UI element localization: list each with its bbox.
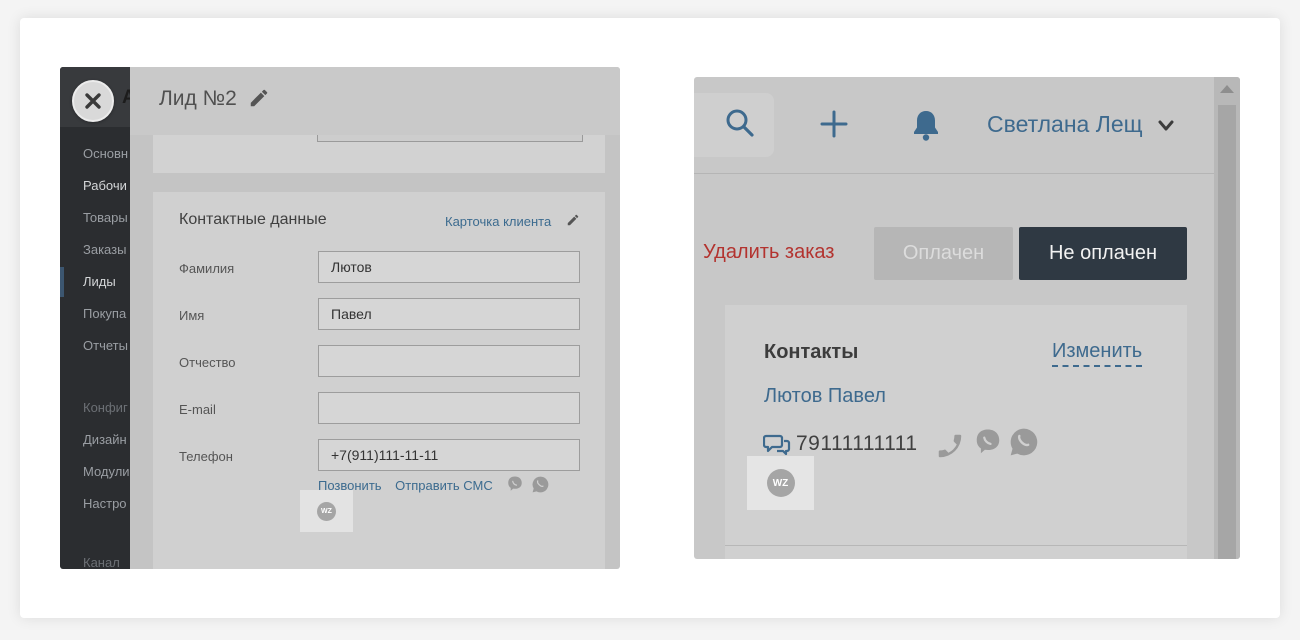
unpaid-button[interactable]: Не оплачен [1019,227,1187,280]
sidebar-item-design[interactable]: Дизайн [83,432,127,447]
previous-section [153,135,605,173]
viber-icon[interactable] [973,427,1003,457]
client-phone: 79111111111 [796,432,918,455]
lead-header: Лид №2 [130,67,620,135]
search-button[interactable] [694,93,774,157]
close-x-icon [85,93,101,109]
plus-icon[interactable] [820,110,848,138]
middle-name-input[interactable] [318,345,580,377]
admin-sidebar: А Основн Рабочи Товары Заказы Лиды Покуп… [60,67,136,569]
vertical-scrollbar[interactable] [1214,77,1240,559]
user-name[interactable]: Светлана Лещ [987,111,1143,138]
phone-input[interactable] [318,439,580,471]
wz-widget-badge[interactable]: WZ [300,490,353,532]
contacts-card: Контакты Изменить Лютов Павел 7911111111… [725,305,1187,559]
card-divider [725,545,1187,546]
sidebar-active-indicator [60,267,64,297]
sidebar-item-orders[interactable]: Заказы [83,242,126,257]
section-title: Контактные данные [179,211,327,228]
paid-button[interactable]: Оплачен [874,227,1013,280]
last-name-input[interactable] [318,251,580,283]
client-card-link[interactable]: Карточка клиента [445,214,551,229]
bell-icon[interactable] [910,108,942,142]
sidebar-item-products[interactable]: Товары [83,210,128,225]
sidebar-item-settings[interactable]: Настро [83,496,127,511]
send-sms-link[interactable]: Отправить СМС [395,478,493,493]
change-contact-link[interactable]: Изменить [1052,340,1143,367]
sidebar-item-leads[interactable]: Лиды [83,274,116,289]
search-icon [726,109,754,137]
wz-logo: WZ [766,469,795,497]
middle-name-label: Отчество [179,355,236,370]
whatsapp-icon[interactable] [1008,426,1040,458]
sidebar-section-channels: Канал [83,555,120,569]
phone-label: Телефон [179,449,233,464]
contacts-title: Контакты [764,341,859,363]
sidebar-item-modules[interactable]: Модули [83,464,130,479]
wz-widget-badge[interactable]: WZ [747,456,814,510]
email-input[interactable] [318,392,580,424]
scroll-thumb[interactable] [1218,105,1236,559]
first-name-label: Имя [179,308,205,323]
chat-icon[interactable] [763,432,791,456]
sidebar-item-workspace[interactable]: Рабочи [83,178,127,193]
lead-editor-panel: А Основн Рабочи Товары Заказы Лиды Покуп… [60,67,620,569]
topbar-divider [694,173,1214,174]
phone-icon[interactable] [935,431,965,461]
sidebar-item-customers[interactable]: Покупа [83,306,126,321]
contact-details-section: Контактные данные Карточка клиента Фамил… [153,192,605,569]
viber-icon[interactable] [506,475,524,493]
sidebar-item-reports[interactable]: Отчеты [83,338,128,353]
comment-textarea[interactable] [317,135,583,142]
whatsapp-icon[interactable] [531,475,550,494]
first-name-input[interactable] [318,298,580,330]
pencil-icon[interactable] [566,213,580,227]
lead-title: Лид №2 [159,87,237,110]
order-view-panel: Светлана Лещ Удалить заказ Оплачен Не оп… [694,77,1240,559]
close-button[interactable] [72,80,114,122]
scroll-up-arrow[interactable] [1220,85,1234,93]
sidebar-item-main[interactable]: Основн [83,146,128,161]
sidebar-section-config: Конфиг [83,400,128,415]
email-label: E-mail [179,402,216,417]
chevron-down-icon[interactable] [1158,120,1174,132]
wz-logo: WZ [317,501,336,521]
client-name-link[interactable]: Лютов Павел [764,385,886,408]
pencil-icon[interactable] [248,87,270,109]
last-name-label: Фамилия [179,261,235,276]
delete-order-link[interactable]: Удалить заказ [703,241,834,264]
